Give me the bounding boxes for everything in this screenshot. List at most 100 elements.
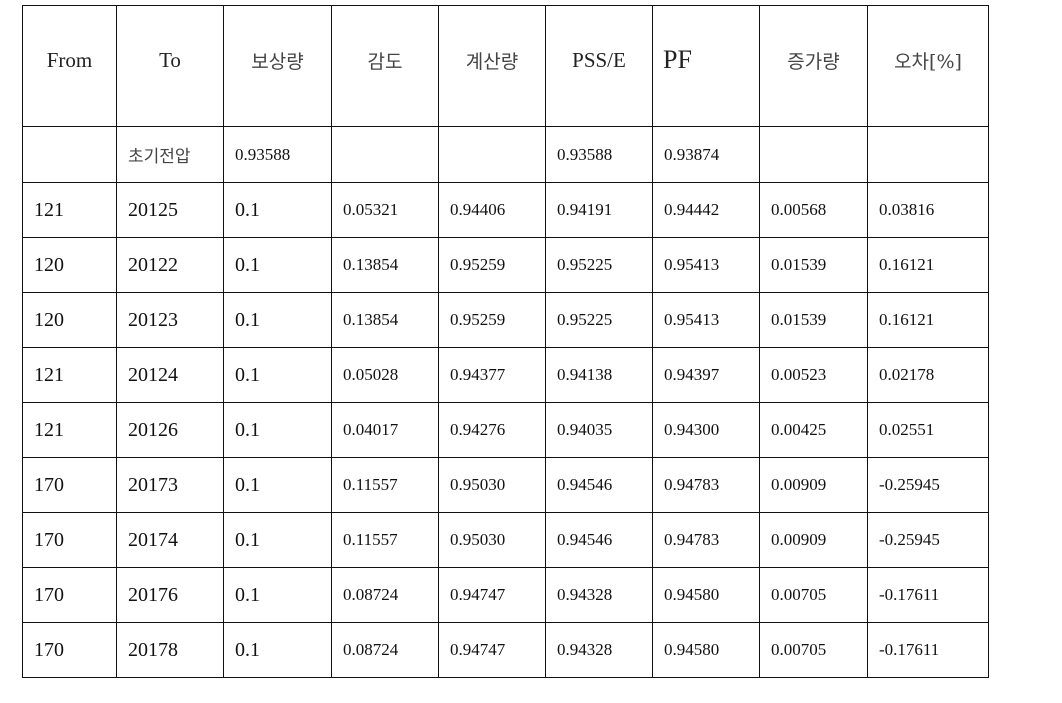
table-cell: 0.94783 [652,512,760,568]
table-row: 120 20123 0.1 0.13854 0.95259 0.95225 0.95413 0… [22,292,989,348]
table-cell: 0.93588 [223,126,332,183]
table-row: 170 20174 0.1 0.11557 0.95030 0.94546 0.94783 0… [22,512,989,568]
table-cell: 0.08724 [331,567,439,623]
table-cell: 0.94377 [438,347,546,403]
table-cell: 20123 [116,292,224,348]
table-cell: 0.03816 [867,182,989,238]
header-sensitivity: 감도 [331,5,439,127]
table-cell [867,126,989,183]
table-cell: 0.94300 [652,402,760,458]
table-cell: 0.00523 [759,347,868,403]
table-cell: 120 [22,237,117,293]
initial-voltage-row: 초기전압 0.93588 0.93588 0.93874 [22,126,989,183]
table-cell: 0.1 [223,402,332,458]
table-cell: 0.00705 [759,622,868,678]
table-cell: -0.17611 [867,567,989,623]
table-cell: 120 [22,292,117,348]
table-cell: 121 [22,402,117,458]
table-cell: 20125 [116,182,224,238]
table-cell: 0.94138 [545,347,653,403]
table-cell: 0.01539 [759,292,868,348]
table-cell: 0.00909 [759,457,868,513]
table-cell: 20122 [116,237,224,293]
header-calculated: 계산량 [438,5,546,127]
table-cell: 170 [22,457,117,513]
table-cell: 0.94397 [652,347,760,403]
header-increase: 증가량 [759,5,868,127]
table-cell: 0.95413 [652,237,760,293]
table-cell: 0.02551 [867,402,989,458]
table-cell: 0.1 [223,347,332,403]
table-cell: 0.94546 [545,512,653,568]
table-cell [438,126,546,183]
table-cell: -0.17611 [867,622,989,678]
header-row: From To 보상량 감도 계산량 PSS/E PF 증가량 오차[%] [22,5,989,127]
table-cell: 0.95225 [545,292,653,348]
table-cell: 0.11557 [331,512,439,568]
header-error: 오차[%] [867,5,989,127]
table-cell: 0.94035 [545,402,653,458]
table-cell: 0.00568 [759,182,868,238]
table-cell: 0.95030 [438,512,546,568]
table-cell: 0.1 [223,237,332,293]
table-cell: 0.94406 [438,182,546,238]
table-row: 120 20122 0.1 0.13854 0.95259 0.95225 0.95413 0… [22,237,989,293]
table-cell: 0.01539 [759,237,868,293]
table-cell: 0.02178 [867,347,989,403]
table-cell: 0.93874 [652,126,760,183]
table-cell: 초기전압 [116,126,224,183]
table-row: 121 20126 0.1 0.04017 0.94276 0.94035 0.94300 0… [22,402,989,458]
table-cell: 0.95413 [652,292,760,348]
table-cell: 0.1 [223,622,332,678]
table-cell: 20178 [116,622,224,678]
table-cell: 0.94783 [652,457,760,513]
table-cell: 20173 [116,457,224,513]
table-cell: 0.05028 [331,347,439,403]
table-cell: 0.1 [223,292,332,348]
table-cell: 0.95259 [438,237,546,293]
table-cell: 0.94747 [438,567,546,623]
table-cell: 0.1 [223,182,332,238]
table-cell: 0.93588 [545,126,653,183]
table-cell: 170 [22,567,117,623]
table-cell: 0.13854 [331,292,439,348]
table-row: 121 20125 0.1 0.05321 0.94406 0.94191 0.94442 0… [22,182,989,238]
table-cell: 0.94747 [438,622,546,678]
table-cell: 20126 [116,402,224,458]
table-cell: 0.00705 [759,567,868,623]
table-cell: 0.95259 [438,292,546,348]
table-cell: 0.16121 [867,237,989,293]
table-cell: 20124 [116,347,224,403]
header-from: From [22,5,117,127]
table-cell: 0.08724 [331,622,439,678]
header-to: To [116,5,224,127]
table-cell: 20176 [116,567,224,623]
table-cell: 0.00425 [759,402,868,458]
table-cell: 0.94328 [545,567,653,623]
table-cell: 121 [22,347,117,403]
table-row: 170 20176 0.1 0.08724 0.94747 0.94328 0.94580 0… [22,567,989,623]
table-cell: 0.11557 [331,457,439,513]
header-psse: PSS/E [545,5,653,127]
table-cell: 0.94276 [438,402,546,458]
table-cell: 0.94442 [652,182,760,238]
table-cell [759,126,868,183]
table-row: 121 20124 0.1 0.05028 0.94377 0.94138 0.94397 0… [22,347,989,403]
table-cell: 0.13854 [331,237,439,293]
table-cell: 0.1 [223,457,332,513]
table-cell: 0.1 [223,512,332,568]
header-compensation: 보상량 [223,5,332,127]
table-cell: -0.25945 [867,512,989,568]
table-cell: 170 [22,622,117,678]
table-cell: 0.00909 [759,512,868,568]
table-row: 170 20178 0.1 0.08724 0.94747 0.94328 0.94580 0… [22,622,989,678]
table-cell: 0.1 [223,567,332,623]
table-cell: 0.94328 [545,622,653,678]
table-cell: 20174 [116,512,224,568]
table-cell: 0.94191 [545,182,653,238]
table-cell [331,126,439,183]
table-cell: 0.94546 [545,457,653,513]
results-table: From To 보상량 감도 계산량 PSS/E PF 증가량 오차[%] 초기… [22,5,989,678]
header-pf: PF [652,5,760,127]
table-row: 170 20173 0.1 0.11557 0.95030 0.94546 0.94783 0… [22,457,989,513]
